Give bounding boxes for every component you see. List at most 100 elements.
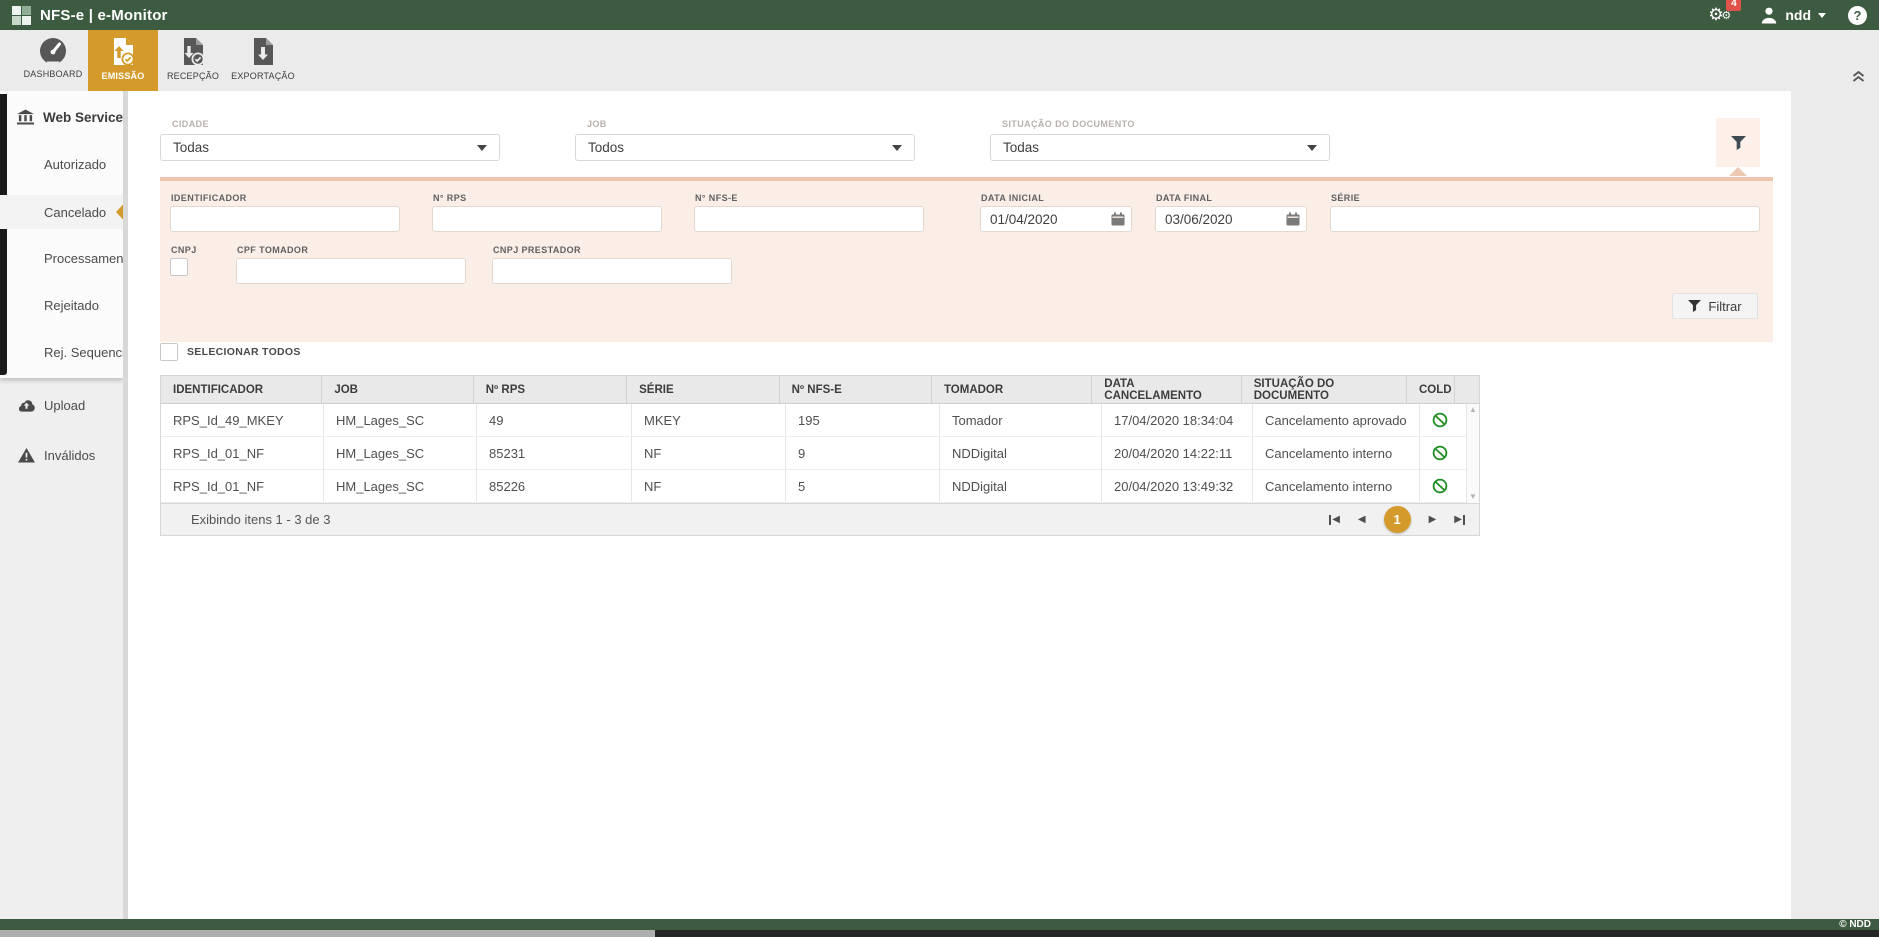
data-inicial-field bbox=[980, 206, 1132, 232]
table-cell: Tomador bbox=[940, 404, 1102, 436]
table-vertical-scrollbar[interactable]: ▲ ▼ bbox=[1466, 404, 1479, 503]
table-cell: RPS_Id_49_MKEY bbox=[161, 404, 324, 436]
table-body: RPS_Id_49_MKEYHM_Lages_SC49MKEY195Tomado… bbox=[161, 404, 1479, 503]
current-page-button[interactable]: 1 bbox=[1384, 506, 1411, 533]
table-cell: NDDigital bbox=[940, 437, 1102, 469]
sidebar-item-web-service[interactable]: Web Service bbox=[0, 100, 123, 134]
cpf-tomador-input[interactable] bbox=[236, 258, 466, 284]
horizontal-scrollbar-thumb[interactable] bbox=[0, 930, 655, 937]
data-inicial-input[interactable] bbox=[980, 206, 1132, 232]
table-cell: 85226 bbox=[477, 470, 632, 502]
column-header[interactable]: Nº RPS bbox=[474, 376, 627, 403]
table-row[interactable]: RPS_Id_49_MKEYHM_Lages_SC49MKEY195Tomado… bbox=[161, 404, 1479, 437]
tab-recepcao[interactable]: RECEPÇÃO bbox=[158, 30, 228, 91]
bank-icon bbox=[16, 109, 35, 125]
scroll-up-icon[interactable]: ▲ bbox=[1469, 406, 1477, 414]
top-bar: NFS-e | e-Monitor ⚙ ⚙ 4 ndd ? bbox=[0, 0, 1879, 30]
sidebar-item-processamento[interactable]: Processamento bbox=[0, 241, 123, 275]
data-final-field bbox=[1155, 206, 1307, 232]
sidebar-item-autorizado[interactable]: Autorizado bbox=[0, 147, 123, 181]
sidebar-webservice-group: Web Service Autorizado Cancelado Process… bbox=[0, 91, 123, 378]
tab-exportacao[interactable]: EXPORTAÇÃO bbox=[228, 30, 298, 91]
table-cell: NF bbox=[632, 437, 786, 469]
table-cell: HM_Lages_SC bbox=[324, 470, 477, 502]
identificador-input[interactable] bbox=[170, 206, 400, 232]
data-final-input[interactable] bbox=[1155, 206, 1307, 232]
sidebar-item-invalidos[interactable]: Inválidos bbox=[0, 438, 123, 472]
cold-cancel-icon bbox=[1432, 478, 1448, 494]
dashboard-gauge-icon bbox=[39, 37, 67, 65]
job-select[interactable]: Todos bbox=[575, 134, 915, 161]
table-cell: RPS_Id_01_NF bbox=[161, 437, 324, 469]
column-header[interactable]: TOMADOR bbox=[932, 376, 1092, 403]
sidebar-item-rej-sequencial[interactable]: Rej. Sequencial bbox=[0, 335, 123, 369]
table-cell: Cancelamento aprovado bbox=[1253, 404, 1420, 436]
column-header[interactable]: DATA CANCELAMENTO bbox=[1092, 376, 1241, 403]
filter-panel-toggle-button[interactable] bbox=[1716, 118, 1760, 167]
select-caret-icon bbox=[477, 145, 487, 151]
cloud-upload-icon bbox=[16, 398, 36, 412]
user-caret-icon bbox=[1818, 13, 1826, 18]
sidebar-item-rejeitado[interactable]: Rejeitado bbox=[0, 288, 123, 322]
filtrar-button[interactable]: Filtrar bbox=[1672, 293, 1758, 319]
table-row[interactable]: RPS_Id_01_NFHM_Lages_SC85226NF5NDDigital… bbox=[161, 470, 1479, 503]
rps-label: N° RPS bbox=[433, 193, 467, 203]
cnpj-checkbox[interactable] bbox=[170, 258, 188, 276]
tab-emissao[interactable]: EMISSÃO bbox=[88, 30, 158, 91]
calendar-icon[interactable] bbox=[1111, 212, 1125, 231]
table-cell: 17/04/2020 18:34:04 bbox=[1102, 404, 1253, 436]
nfse-input[interactable] bbox=[694, 206, 924, 232]
sidebar-item-upload[interactable]: Upload bbox=[0, 388, 123, 422]
cnpj-prestador-label: CNPJ PRESTADOR bbox=[493, 245, 581, 255]
select-caret-icon bbox=[1307, 145, 1317, 151]
column-header[interactable]: JOB bbox=[322, 376, 473, 403]
column-header[interactable]: IDENTIFICADOR bbox=[161, 376, 322, 403]
situacao-select[interactable]: Todas bbox=[990, 134, 1330, 161]
table-cell: 195 bbox=[786, 404, 940, 436]
column-header[interactable]: SÉRIE bbox=[627, 376, 779, 403]
calendar-icon[interactable] bbox=[1286, 212, 1300, 231]
last-page-button[interactable]: ▶ bbox=[1454, 514, 1465, 525]
sidebar-item-cancelado[interactable]: Cancelado bbox=[0, 195, 123, 229]
column-header[interactable]: SITUAÇÃO DO DOCUMENTO bbox=[1242, 376, 1407, 403]
scroll-down-icon[interactable]: ▼ bbox=[1469, 493, 1477, 501]
table-cell: Cancelamento interno bbox=[1253, 437, 1420, 469]
table-cell: HM_Lages_SC bbox=[324, 437, 477, 469]
serie-label: SÉRIE bbox=[1331, 193, 1360, 203]
footer-bar: © NDD bbox=[0, 919, 1879, 930]
table-row[interactable]: RPS_Id_01_NFHM_Lages_SC85231NF9NDDigital… bbox=[161, 437, 1479, 470]
serie-input[interactable] bbox=[1330, 206, 1760, 232]
column-header[interactable]: Nº NFS-E bbox=[780, 376, 932, 403]
cold-cell[interactable] bbox=[1420, 437, 1468, 469]
column-header[interactable]: COLD bbox=[1407, 376, 1455, 403]
username: ndd bbox=[1785, 7, 1811, 23]
settings-gears-icon[interactable]: ⚙ ⚙ 4 bbox=[1708, 4, 1738, 26]
export-document-icon bbox=[250, 37, 276, 67]
rps-input[interactable] bbox=[432, 206, 662, 232]
table-cell: 49 bbox=[477, 404, 632, 436]
notification-badge: 4 bbox=[1726, 0, 1741, 11]
user-menu[interactable]: ndd bbox=[1760, 6, 1826, 24]
table-cell: 85231 bbox=[477, 437, 632, 469]
cold-cell[interactable] bbox=[1420, 470, 1468, 502]
cold-cell[interactable] bbox=[1420, 404, 1468, 436]
collapse-toolbar-button[interactable] bbox=[1852, 69, 1865, 87]
job-label: JOB bbox=[587, 119, 607, 129]
items-summary: Exibindo itens 1 - 3 de 3 bbox=[191, 512, 330, 527]
cidade-select[interactable]: Todas bbox=[160, 134, 500, 161]
copyright: © NDD bbox=[1839, 919, 1871, 930]
filter-panel: IDENTIFICADOR N° RPS N° NFS-E DATA INICI… bbox=[160, 177, 1773, 342]
sidebar-scrollbar[interactable] bbox=[0, 94, 7, 375]
select-caret-icon bbox=[892, 145, 902, 151]
tab-dashboard[interactable]: DASHBOARD bbox=[18, 30, 88, 91]
prev-page-button[interactable]: ◀ bbox=[1358, 514, 1366, 525]
first-page-button[interactable]: ◀ bbox=[1329, 514, 1340, 525]
help-button[interactable]: ? bbox=[1848, 6, 1867, 25]
cnpj-prestador-input[interactable] bbox=[492, 258, 732, 284]
pagination: ◀ ◀ 1 ▶ ▶ bbox=[1329, 506, 1465, 533]
next-page-button[interactable]: ▶ bbox=[1429, 514, 1437, 525]
select-all-checkbox[interactable] bbox=[160, 343, 178, 361]
table-cell: HM_Lages_SC bbox=[324, 404, 477, 436]
horizontal-scrollbar[interactable] bbox=[0, 930, 1879, 937]
table-cell: 20/04/2020 13:49:32 bbox=[1102, 470, 1253, 502]
